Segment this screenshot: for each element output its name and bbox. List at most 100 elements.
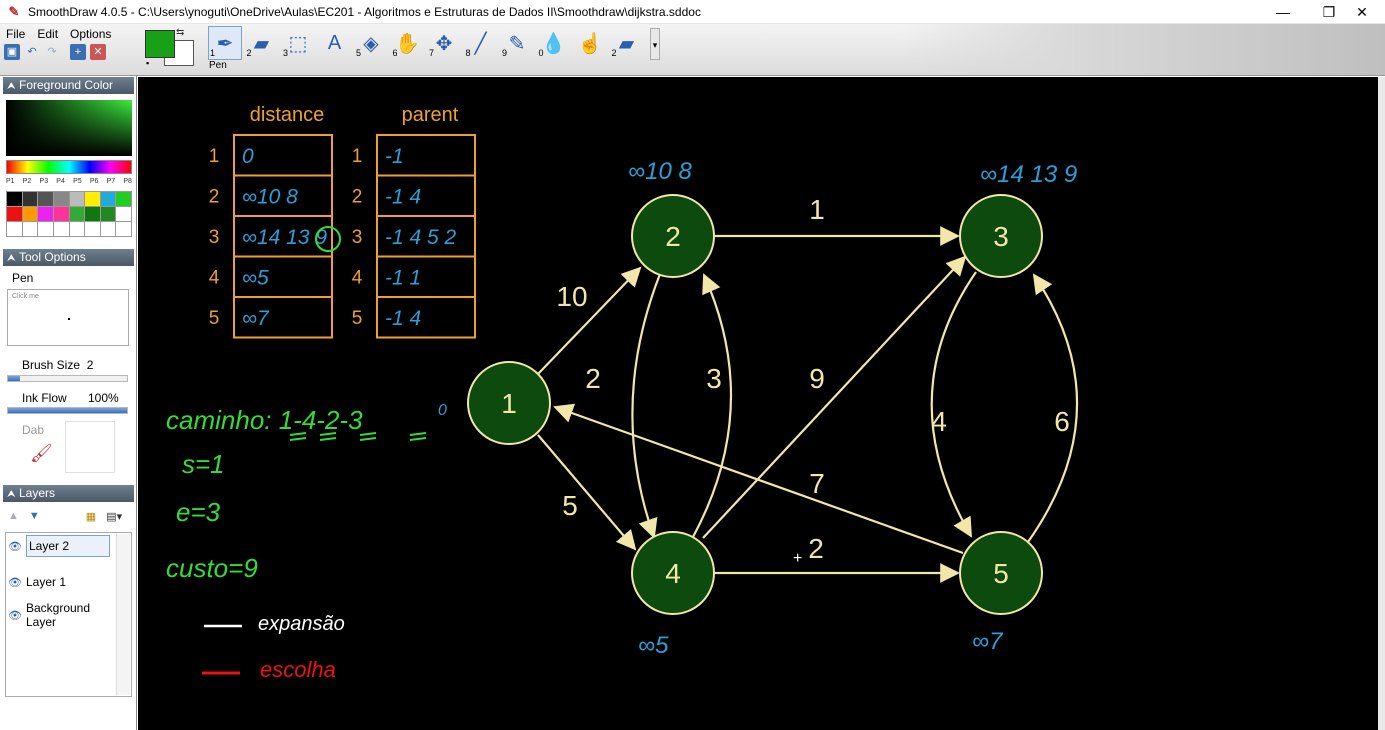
move-icon[interactable]: ✥ 7 [427,26,461,60]
brush-icon[interactable]: ╱ 8 [464,26,498,60]
dab-brush-icon[interactable]: 🖌 [30,443,53,464]
palette-swatch[interactable] [53,192,69,206]
preset-label[interactable]: P4 [56,178,65,188]
visibility-eye-icon[interactable]: 👁 [8,540,22,553]
color-picker-square[interactable] [6,100,132,156]
layer-toolbar: ▲ ▼ ▦ ▤▾ [5,506,132,526]
palette-swatch[interactable] [85,207,100,221]
redo-icon[interactable]: ↷ [44,44,60,60]
airbrush-icon[interactable]: ✎ 9 [500,26,534,60]
brush-size-slider[interactable] [7,375,128,382]
node-1-annotation: 0 [438,402,447,419]
layers-scrollbar[interactable] [116,534,130,695]
preview-dot [68,318,70,320]
preset-label[interactable]: P7 [107,178,116,188]
distance-cell-value: ∞7 [242,307,270,330]
pen-icon[interactable]: ✒ 1 [208,26,242,60]
toolbar-overflow-button[interactable]: ▾ [650,28,660,60]
collapse-icon: ⮝ [7,81,16,92]
palette-swatch[interactable] [53,222,69,236]
text-icon[interactable]: A [318,26,352,60]
palette-swatch[interactable] [100,207,116,221]
palette-swatch[interactable] [85,222,100,236]
brush-preview[interactable]: Click me [7,289,129,346]
menu-file[interactable]: File [0,26,31,42]
edge-weight-4-3: 9 [809,363,825,394]
palette-swatch[interactable] [22,207,38,221]
eraser2-icon[interactable]: ▰ 2 [610,26,644,60]
close-button[interactable]: ✕ [1339,0,1385,24]
menu-edit[interactable]: Edit [31,26,64,42]
undo-icon[interactable]: ↶ [24,44,40,60]
preset-label[interactable]: P8 [123,178,132,188]
palette-swatch[interactable] [116,222,131,236]
palette-swatch[interactable] [69,222,85,236]
palette-swatch[interactable] [116,207,131,221]
layer-item-layer-1[interactable]: 👁 Layer 1 [8,575,116,589]
palette-swatch[interactable] [116,192,131,206]
minimize-button[interactable]: — [1260,0,1306,24]
hand-icon[interactable]: ✋ 6 [391,26,425,60]
move-layer-down-icon[interactable]: ▼ [29,510,40,522]
edge-weight-2-3: 1 [809,194,825,225]
layer-menu-icon[interactable]: ▤▾ [106,510,122,523]
layer-item-background[interactable]: 👁 Background Layer [8,601,108,629]
foreground-color-header[interactable]: ⮝ Foreground Color [3,77,134,94]
palette-swatch[interactable] [7,192,22,206]
new-canvas-icon[interactable]: + [70,44,86,60]
palette-swatch[interactable] [53,207,69,221]
side-panel: ⮝ Foreground Color P1 P2 P3 P4 P5 P6 P7 P8 ⮝ Tool… [0,76,137,730]
visibility-eye-icon[interactable]: 👁 [8,609,22,622]
hue-slider[interactable] [6,160,132,174]
edge-weight-5-1: 7 [809,468,825,499]
save-icon[interactable]: ▣ [4,44,20,60]
swap-colors-icon[interactable]: ⇆ [176,27,184,38]
preset-label[interactable]: P2 [23,178,32,188]
parent-cell-value: -1 4 [385,186,421,209]
palette-swatch[interactable] [38,222,53,236]
palette-swatch[interactable] [22,192,38,206]
preset-label[interactable]: P6 [90,178,99,188]
palette-swatch[interactable] [38,207,53,221]
tool-options-header[interactable]: ⮝ Tool Options [3,249,134,266]
canvas-scrollbar[interactable] [1378,77,1385,730]
edge-1-2 [537,266,642,375]
palette-swatch[interactable] [69,207,85,221]
fill-icon[interactable]: ◈ 5 [354,26,388,60]
ink-flow-slider[interactable] [7,407,128,414]
menu-options[interactable]: Options [64,26,117,42]
clear-icon[interactable]: ✕ [90,44,106,60]
palette-swatch[interactable] [69,192,85,206]
edge-weight-3-5: 4 [931,406,947,437]
palette-swatch[interactable] [100,192,116,206]
preset-label[interactable]: P1 [6,178,15,188]
dab-preview[interactable] [65,421,115,473]
foreground-color-swatch[interactable] [145,30,175,58]
layer-item-layer-2[interactable]: 👁 Layer 2 [8,535,116,557]
palette-swatch[interactable] [38,192,53,206]
node-label-3: 3 [993,221,1009,252]
distance-cell-value: ∞10 8 [242,186,298,209]
water-icon[interactable]: 💧 0 [537,26,571,60]
layers-header[interactable]: ⮝ Layers [3,485,134,502]
palette-swatch[interactable] [22,222,38,236]
move-layer-up-icon[interactable]: ▲ [8,510,19,522]
finger-icon[interactable]: ☝ [573,26,607,60]
parent-row-label: 2 [352,187,363,208]
edge-4-2 [692,273,733,538]
app-icon: ✎ [8,3,20,19]
palette-swatch[interactable] [7,222,22,236]
select-icon[interactable]: ⬚ 3 [281,26,315,60]
preset-label[interactable]: P5 [73,178,82,188]
palette-swatch[interactable] [100,222,116,236]
layer-name: Layer 1 [26,575,67,589]
palette-swatch[interactable] [85,192,100,206]
palette-swatch[interactable] [7,207,22,221]
eraser-icon[interactable]: ▰ 2 [245,26,279,60]
visibility-eye-icon[interactable]: 👁 [8,576,22,589]
brush-size-label: Brush Size 2 [22,358,94,372]
drawing-canvas[interactable]: distance parent 1 0 2 ∞10 8 3 ∞14 13 9 4 ∞5 5 ∞7 1… [138,77,1385,730]
reset-colors-icon[interactable]: ▪ [146,58,158,68]
preset-label[interactable]: P3 [40,178,49,188]
layer-properties-icon[interactable]: ▦ [86,510,96,523]
